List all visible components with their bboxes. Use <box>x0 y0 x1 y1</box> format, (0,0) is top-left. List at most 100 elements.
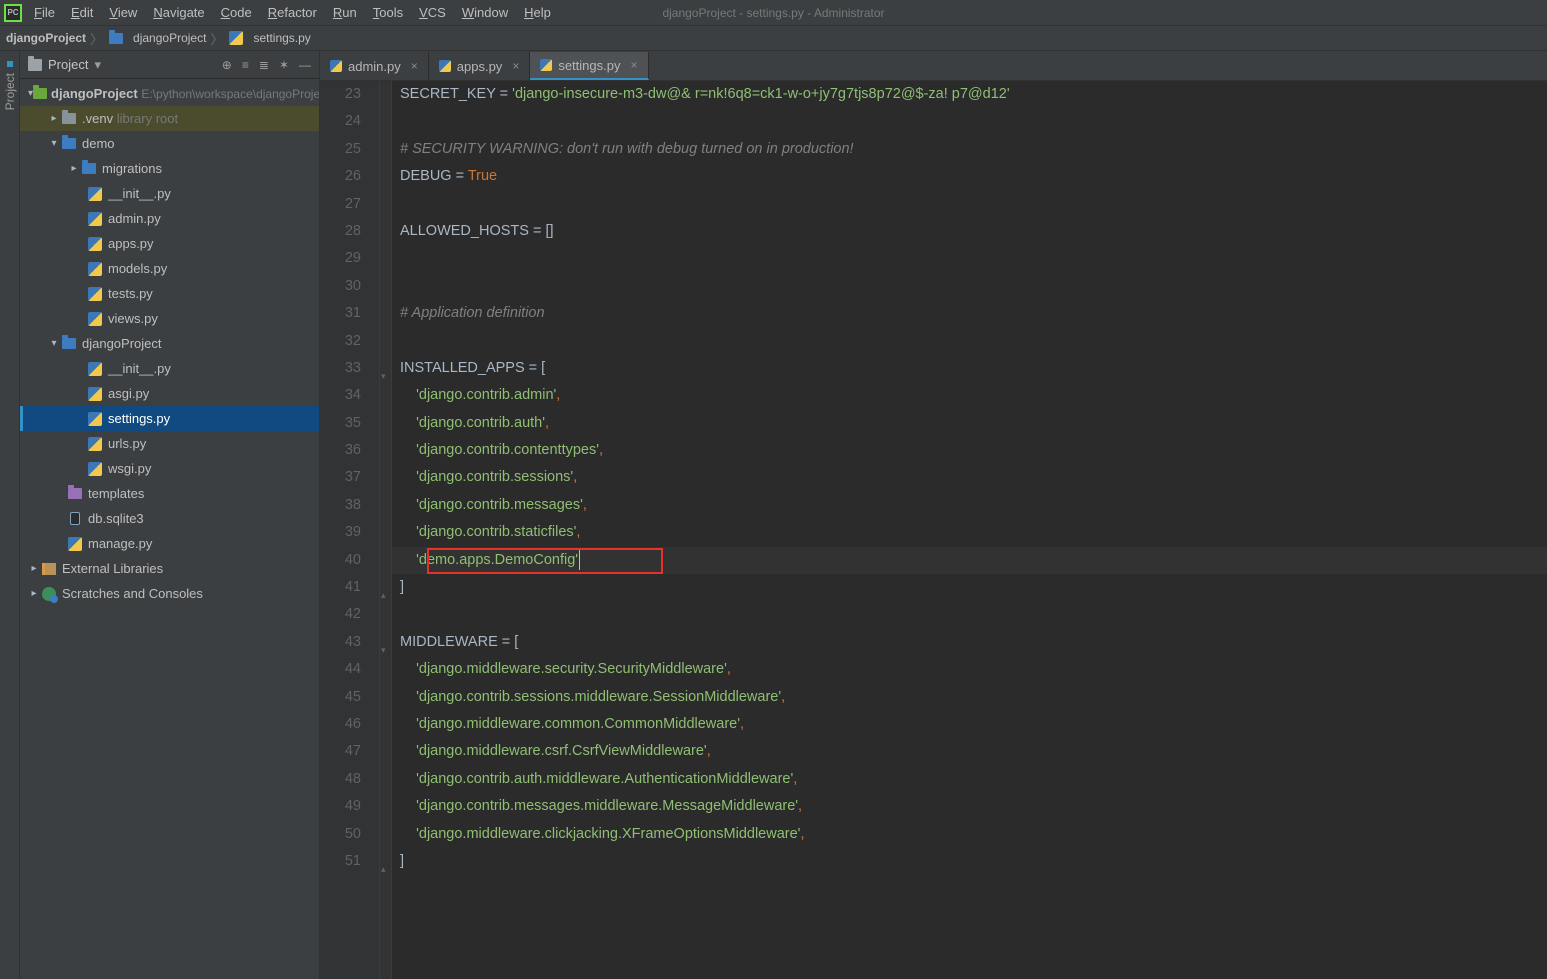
menu-file[interactable]: File <box>26 3 63 22</box>
tree-external-libraries[interactable]: ▸ External Libraries <box>20 556 319 581</box>
code-line-44[interactable]: 'django.middleware.security.SecurityMidd… <box>392 656 1547 683</box>
code-line-49[interactable]: 'django.contrib.messages.middleware.Mess… <box>392 793 1547 820</box>
code-line-33[interactable]: INSTALLED_APPS = [ <box>392 355 1547 382</box>
gutter[interactable]: 2324252627282930313233343536373839404142… <box>320 81 380 979</box>
tree-file-settings[interactable]: settings.py <box>20 406 319 431</box>
hide-icon[interactable]: — <box>299 58 311 72</box>
python-file-icon <box>330 60 342 72</box>
chevron-right-icon[interactable]: ▸ <box>28 563 40 574</box>
tree-venv[interactable]: ▸ .venv library root <box>20 106 319 131</box>
locate-icon[interactable]: ⊕ <box>222 58 232 72</box>
tree-scratches[interactable]: ▸ Scratches and Consoles <box>20 581 319 606</box>
chevron-down-icon[interactable]: ▾ <box>48 138 60 149</box>
code-line-46[interactable]: 'django.middleware.common.CommonMiddlewa… <box>392 711 1547 738</box>
code-line-42[interactable] <box>392 601 1547 628</box>
code-line-29[interactable] <box>392 245 1547 272</box>
menu-help[interactable]: Help <box>516 3 559 22</box>
tree-file-views[interactable]: views.py <box>20 306 319 331</box>
python-file-icon <box>439 60 451 72</box>
editor-tabs: admin.py×apps.py×settings.py× <box>320 51 1547 81</box>
folder-icon <box>66 488 84 499</box>
menu-window[interactable]: Window <box>454 3 516 22</box>
code-editor[interactable]: 2324252627282930313233343536373839404142… <box>320 81 1547 979</box>
tree-file-models[interactable]: models.py <box>20 256 319 281</box>
code-line-35[interactable]: 'django.contrib.auth', <box>392 410 1547 437</box>
tree-file-asgi[interactable]: asgi.py <box>20 381 319 406</box>
code-line-41[interactable]: ] <box>392 574 1547 601</box>
menu-tools[interactable]: Tools <box>365 3 411 22</box>
code-line-26[interactable]: DEBUG = True <box>392 163 1547 190</box>
project-tool-indicator <box>7 61 13 67</box>
code-line-48[interactable]: 'django.contrib.auth.middleware.Authenti… <box>392 766 1547 793</box>
python-file-icon <box>86 362 104 376</box>
code-line-30[interactable] <box>392 273 1547 300</box>
code-line-40[interactable]: 'demo.apps.DemoConfig' <box>392 547 1547 574</box>
tree-file-init[interactable]: __init__.py <box>20 181 319 206</box>
code-line-39[interactable]: 'django.contrib.staticfiles', <box>392 519 1547 546</box>
tree-file-tests[interactable]: tests.py <box>20 281 319 306</box>
code-line-47[interactable]: 'django.middleware.csrf.CsrfViewMiddlewa… <box>392 738 1547 765</box>
project-tree[interactable]: ▾ djangoProject E:\python\workspace\djan… <box>20 79 319 979</box>
chevron-right-icon[interactable]: ▸ <box>48 113 60 124</box>
code-line-45[interactable]: 'django.contrib.sessions.middleware.Sess… <box>392 684 1547 711</box>
tree-file-apps[interactable]: apps.py <box>20 231 319 256</box>
panel-title[interactable]: Project <box>48 57 88 72</box>
database-icon <box>66 512 84 525</box>
code-line-50[interactable]: 'django.middleware.clickjacking.XFrameOp… <box>392 821 1547 848</box>
chevron-right-icon[interactable]: ▸ <box>28 588 40 599</box>
code-line-27[interactable] <box>392 191 1547 218</box>
tree-templates[interactable]: templates <box>20 481 319 506</box>
menu-vcs[interactable]: VCS <box>411 3 454 22</box>
folder-icon <box>80 163 98 174</box>
tree-manage[interactable]: manage.py <box>20 531 319 556</box>
expand-all-icon[interactable]: ≡ <box>242 58 249 72</box>
code-line-51[interactable]: ] <box>392 848 1547 875</box>
tree-root[interactable]: ▾ djangoProject E:\python\workspace\djan… <box>20 81 319 106</box>
menu-view[interactable]: View <box>101 3 145 22</box>
close-icon[interactable]: × <box>411 59 418 73</box>
tree-file-init2[interactable]: __init__.py <box>20 356 319 381</box>
chevron-down-icon[interactable]: ▾ <box>94 57 101 73</box>
code-line-38[interactable]: 'django.contrib.messages', <box>392 492 1547 519</box>
breadcrumb-root[interactable]: djangoProject <box>6 31 86 45</box>
menu-edit[interactable]: Edit <box>63 3 101 22</box>
tree-demo[interactable]: ▾ demo <box>20 131 319 156</box>
menu-refactor[interactable]: Refactor <box>260 3 325 22</box>
tree-djangoProject[interactable]: ▾ djangoProject <box>20 331 319 356</box>
code-line-32[interactable] <box>392 328 1547 355</box>
project-tool-button[interactable]: Project <box>3 73 17 110</box>
tab-settings-py[interactable]: settings.py× <box>530 52 648 80</box>
tree-migrations[interactable]: ▸ migrations <box>20 156 319 181</box>
code-line-23[interactable]: SECRET_KEY = 'django-insecure-m3-dw@& r=… <box>392 81 1547 108</box>
menu-run[interactable]: Run <box>325 3 365 22</box>
scratch-icon <box>40 587 58 601</box>
code-line-36[interactable]: 'django.contrib.contenttypes', <box>392 437 1547 464</box>
breadcrumb-file[interactable]: settings.py <box>253 31 310 45</box>
gear-icon[interactable]: ✶ <box>279 58 289 72</box>
code-line-43[interactable]: MIDDLEWARE = [ <box>392 629 1547 656</box>
breadcrumb-folder[interactable]: djangoProject <box>133 31 206 45</box>
fold-strip[interactable]: ▾▴▾▴ <box>380 81 392 979</box>
python-file-icon <box>86 287 104 301</box>
code-line-24[interactable] <box>392 108 1547 135</box>
chevron-down-icon[interactable]: ▾ <box>48 338 60 349</box>
code-line-25[interactable]: # SECURITY WARNING: don't run with debug… <box>392 136 1547 163</box>
close-icon[interactable]: × <box>512 59 519 73</box>
collapse-all-icon[interactable]: ≣ <box>259 58 269 72</box>
menu-code[interactable]: Code <box>213 3 260 22</box>
code-line-28[interactable]: ALLOWED_HOSTS = [] <box>392 218 1547 245</box>
code-line-37[interactable]: 'django.contrib.sessions', <box>392 464 1547 491</box>
tree-file-wsgi[interactable]: wsgi.py <box>20 456 319 481</box>
code-content[interactable]: SECRET_KEY = 'django-insecure-m3-dw@& r=… <box>392 81 1547 979</box>
tree-file-admin[interactable]: admin.py <box>20 206 319 231</box>
tab-admin-py[interactable]: admin.py× <box>320 52 429 80</box>
tree-file-urls[interactable]: urls.py <box>20 431 319 456</box>
close-icon[interactable]: × <box>630 58 637 72</box>
tab-apps-py[interactable]: apps.py× <box>429 52 531 80</box>
window-title: djangoProject - settings.py - Administra… <box>662 6 884 20</box>
code-line-31[interactable]: # Application definition <box>392 300 1547 327</box>
menu-navigate[interactable]: Navigate <box>145 3 212 22</box>
code-line-34[interactable]: 'django.contrib.admin', <box>392 382 1547 409</box>
chevron-right-icon[interactable]: ▸ <box>68 163 80 174</box>
tree-db[interactable]: db.sqlite3 <box>20 506 319 531</box>
